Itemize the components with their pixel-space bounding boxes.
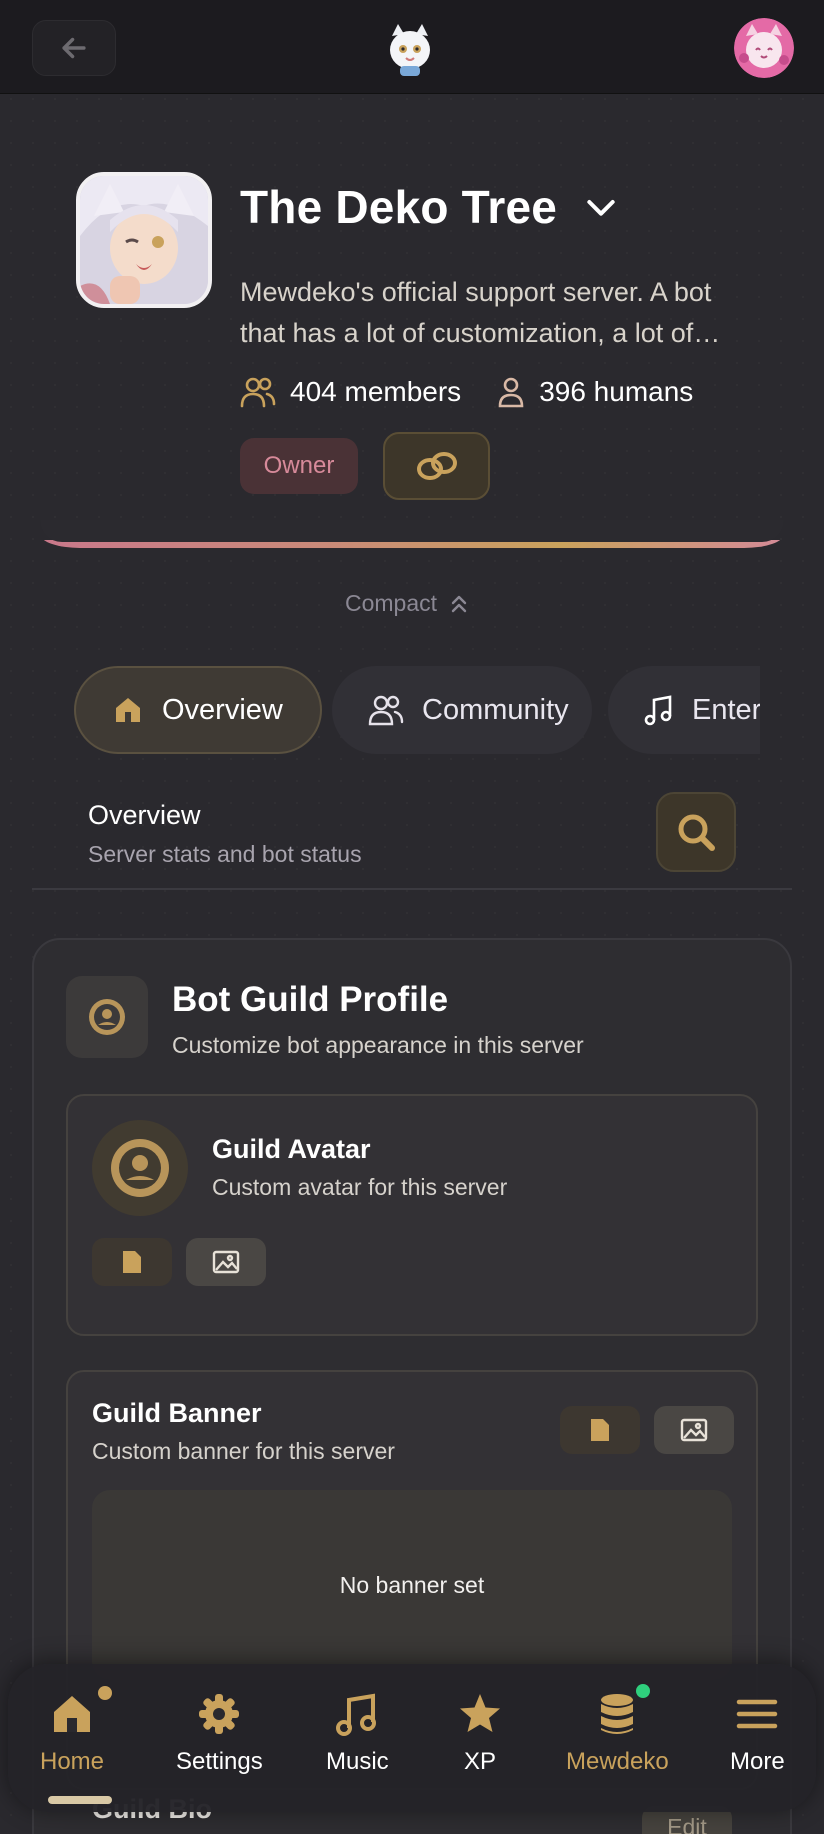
gear-icon [199,1694,240,1734]
nav-label: Music [326,1748,389,1775]
file-icon [591,1419,609,1441]
invite-link-button[interactable] [383,432,490,500]
nav-label: XP [463,1748,496,1775]
server-icon[interactable] [76,172,212,308]
avatar-image-url-button[interactable] [186,1238,266,1286]
avatar-circle-icon [89,999,125,1035]
banner-image-url-button[interactable] [654,1406,734,1454]
chevrons-up-icon [451,595,467,612]
nav-label: More [730,1748,785,1775]
chevron-down-icon[interactable] [581,187,621,227]
nav-label: Settings [176,1748,263,1775]
nav-label: Mewdeko [566,1748,669,1775]
menu-icon [737,1699,778,1729]
image-icon [212,1250,240,1274]
section-header: Overview Server stats and bot status [88,800,362,868]
tab-label: Overview [162,693,283,726]
users-icon [240,377,276,408]
server-name: The Deko Tree [240,181,558,233]
tab-entertainment[interactable]: Enter [608,666,760,754]
banner-upload-file-button[interactable] [560,1406,640,1454]
database-icon [601,1694,634,1734]
banner-placeholder: No banner set [92,1490,732,1680]
user-avatar[interactable] [734,18,794,78]
owner-badge: Owner [240,438,358,494]
top-bar [0,0,824,94]
nav-item-mewdeko[interactable]: Mewdeko [566,1690,669,1776]
tab-overview[interactable]: Overview [74,666,322,754]
card-title: Bot Guild Profile [172,980,449,1019]
bottom-nav: Home Settings Music XP Mewdeko More [8,1664,816,1812]
humans-stat: 396 humans [497,376,693,408]
nav-label: Home [40,1748,105,1775]
section-title: Overview [88,800,201,830]
file-icon [123,1251,141,1273]
section-divider [32,888,792,890]
tab-label: Enter [692,693,760,726]
server-description: Mewdeko's official support server. A bot… [240,277,721,348]
app-page: The Deko Tree Mewdeko's official support… [0,0,824,1834]
header-gradient-bar [40,520,784,548]
guild-banner-subtitle: Custom banner for this server [92,1438,395,1464]
online-status-dot [636,1684,650,1698]
edit-label: Edit [667,1814,707,1834]
profile-icon-box [66,976,148,1058]
nav-item-xp[interactable]: XP [456,1690,504,1776]
users-icon [368,695,404,726]
avatar-upload-file-button[interactable] [92,1238,172,1286]
image-icon [680,1418,708,1442]
guild-avatar-title: Guild Avatar [212,1134,371,1164]
search-icon [678,814,715,851]
nav-item-settings[interactable]: Settings [176,1690,263,1776]
members-stat: 404 members [240,376,461,408]
music-icon [644,695,672,726]
music-icon [336,1693,377,1736]
notification-dot [98,1686,112,1700]
avatar-circle-icon [111,1139,169,1197]
back-button[interactable] [32,20,116,76]
active-tab-indicator [48,1796,112,1804]
members-count: 404 members [290,376,462,407]
user-icon [498,377,524,408]
nav-item-home[interactable]: Home [40,1690,104,1776]
guild-avatar-preview [92,1120,188,1216]
home-icon [54,1696,91,1732]
nav-item-more[interactable]: More [730,1690,785,1776]
tab-community[interactable]: Community [332,666,592,754]
server-stats: 404 members 396 humans [240,376,693,408]
guild-banner-title: Guild Banner [92,1398,262,1428]
bot-logo[interactable] [382,22,438,78]
star-icon [460,1694,500,1732]
guild-avatar-subtitle: Custom avatar for this server [212,1174,508,1200]
compact-toggle[interactable]: Compact [345,590,469,617]
search-button[interactable] [656,792,736,872]
link-icon [416,452,457,480]
arrow-left-icon [62,37,86,59]
no-banner-text: No banner set [339,1571,485,1598]
tab-label: Community [422,693,569,726]
home-icon [116,698,140,722]
category-tabs: Overview Community Enter [74,666,760,754]
humans-count: 396 humans [539,376,694,407]
compact-label: Compact [345,590,438,616]
card-subtitle: Customize bot appearance in this server [172,1032,584,1058]
server-title-row[interactable]: The Deko Tree [240,180,621,234]
nav-item-music[interactable]: Music [326,1690,389,1776]
section-subtitle: Server stats and bot status [88,841,362,867]
